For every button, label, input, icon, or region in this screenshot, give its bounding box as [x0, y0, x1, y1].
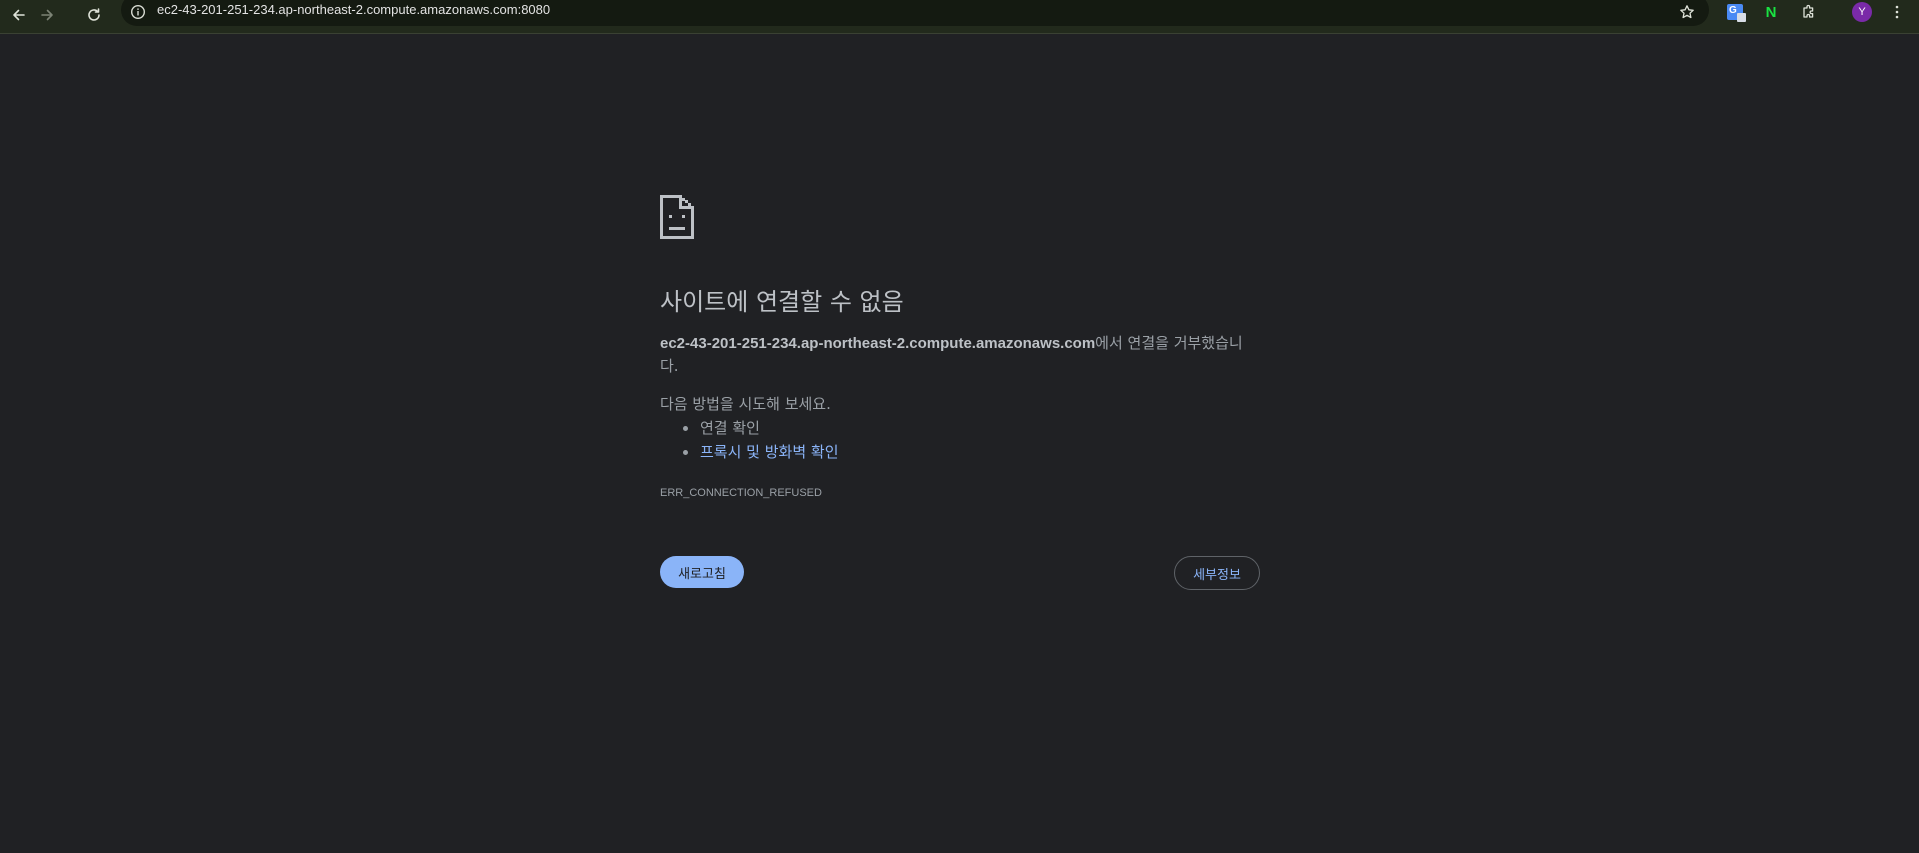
- browser-toolbar: ec2-43-201-251-234.ap-northeast-2.comput…: [0, 0, 1919, 34]
- reload-page-button[interactable]: 새로고침: [660, 556, 744, 588]
- bookmark-star-icon[interactable]: [1676, 1, 1698, 23]
- info-icon[interactable]: [130, 4, 146, 20]
- translate-extension-icon[interactable]: G: [1723, 0, 1747, 24]
- error-description: ec2-43-201-251-234.ap-northeast-2.comput…: [660, 332, 1260, 378]
- error-title: 사이트에 연결할 수 없음: [660, 288, 904, 316]
- error-code: ERR_CONNECTION_REFUSED: [660, 487, 822, 499]
- check-proxy-firewall-link[interactable]: 프록시 및 방화벽 확인: [700, 443, 839, 461]
- profile-avatar[interactable]: Y: [1852, 2, 1872, 22]
- extensions-puzzle-icon[interactable]: [1797, 0, 1821, 24]
- forward-button[interactable]: [32, 2, 62, 28]
- arrow-left-icon: [13, 9, 25, 21]
- address-bar[interactable]: ec2-43-201-251-234.ap-northeast-2.comput…: [121, 0, 1709, 26]
- url-text[interactable]: ec2-43-201-251-234.ap-northeast-2.comput…: [157, 2, 550, 17]
- reload-button[interactable]: [79, 2, 109, 28]
- suggestions-list: 연결 확인 프록시 및 방화벽 확인: [660, 416, 839, 464]
- details-button[interactable]: 세부정보: [1174, 556, 1260, 590]
- list-item: 연결 확인: [660, 416, 839, 440]
- reload-icon: [88, 8, 100, 21]
- suggestions-heading: 다음 방법을 시도해 보세요.: [660, 395, 831, 413]
- back-button[interactable]: [4, 2, 34, 28]
- n-extension-icon[interactable]: N: [1759, 0, 1783, 24]
- host-name: ec2-43-201-251-234.ap-northeast-2.comput…: [660, 335, 1096, 352]
- arrow-right-icon: [41, 9, 53, 21]
- list-item: 프록시 및 방화벽 확인: [660, 440, 839, 464]
- sad-page-icon: [660, 195, 694, 239]
- more-menu-icon[interactable]: [1887, 1, 1907, 23]
